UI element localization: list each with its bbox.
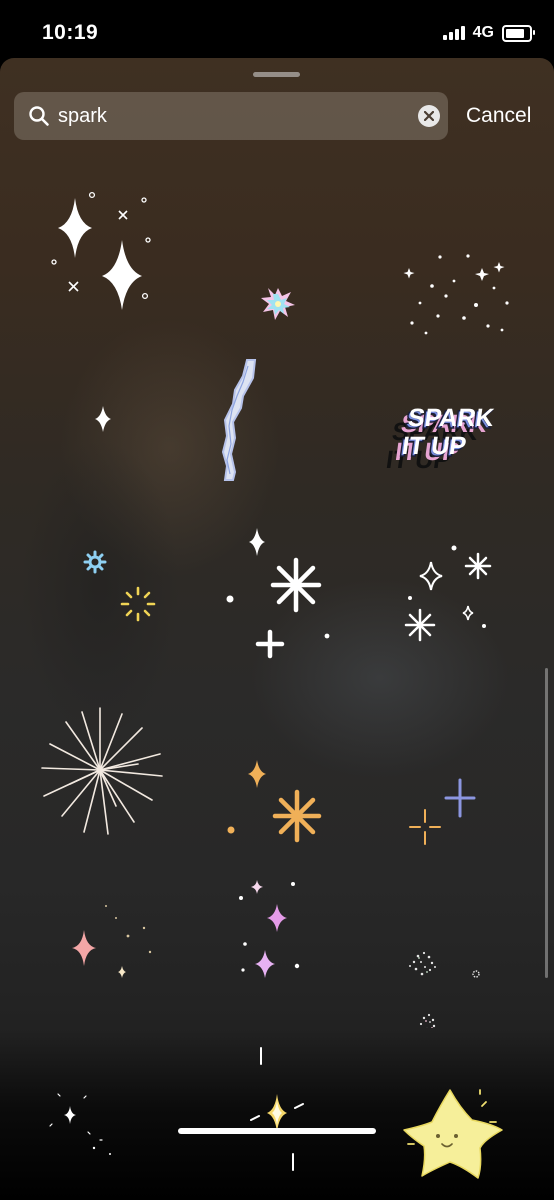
sticker-sparkles-white[interactable] [10,178,190,348]
status-time: 10:19 [42,21,99,44]
lavender-star-icon [409,778,476,845]
sticker-pink-purple-sparkles[interactable] [187,858,367,1028]
smiling-star-icon [403,1089,503,1179]
status-indicators: 4G [442,22,535,44]
holographic-star-icon [261,288,295,320]
star-dots-icon [403,254,509,335]
svg-text:IT UP: IT UP [400,432,468,460]
outline-stars-icon [404,545,492,642]
sticker-glitter-circles[interactable] [372,858,552,1028]
sticker-white-stars-cluster[interactable] [187,518,367,688]
sticker-color-bursts[interactable] [10,518,190,688]
home-indicator[interactable] [178,1128,376,1134]
color-bursts-icon [83,550,156,622]
sticker-search-sheet: Cancel [0,58,554,1200]
sticker-firework-burst[interactable] [10,688,190,858]
sticker-pink-twinkle[interactable] [10,858,190,1028]
sticker-outline-diamond-stars[interactable] [372,518,552,688]
lightning-bolt-icon [221,359,257,481]
search-input[interactable] [58,102,398,130]
clear-search-button[interactable] [418,105,440,127]
sticker-orange-stars[interactable] [187,688,367,858]
close-icon [424,111,434,121]
network-type: 4G [472,24,494,41]
pink-twinkle-icon [72,905,152,978]
twinkle-icon [95,406,111,432]
tiny-twinkles-icon [49,1093,111,1155]
sticker-holographic-star[interactable] [187,178,367,348]
sticker-tiny-twinkles[interactable] [10,1028,190,1198]
sticker-smiling-star[interactable] [372,1028,552,1198]
spark-it-up-sticker: SPARK IT UP SPARK IT UP SPARK IT UP SPAR… [384,404,496,474]
gold-shine-icon [250,1047,304,1171]
sticker-spark-it-up[interactable]: SPARK IT UP SPARK IT UP SPARK IT UP SPAR… [372,348,552,518]
battery-icon [502,24,535,42]
svg-text:SPARK: SPARK [406,404,496,432]
cellular-signal-icon [442,26,465,40]
sparkles-icon [51,191,151,310]
sticker-lightning-bolt[interactable] [187,348,367,518]
search-bar[interactable] [14,92,448,140]
white-stars-icon [226,528,330,659]
sticker-lavender-cross-star[interactable] [372,688,552,858]
search-icon [29,106,49,126]
orange-stars-icon [227,760,322,843]
glitter-circles-icon [409,951,480,1028]
sticker-single-twinkle[interactable] [10,348,190,518]
firework-icon [41,707,163,835]
sticker-gold-shine[interactable] [187,1028,367,1198]
status-bar: 10:19 4G [0,0,554,58]
sticker-star-dots[interactable] [372,178,552,348]
scrollbar[interactable] [545,668,548,978]
pink-purple-sparkles-icon [239,880,300,978]
sheet-grabber-handle[interactable] [253,72,300,77]
cancel-button[interactable]: Cancel [466,104,531,128]
